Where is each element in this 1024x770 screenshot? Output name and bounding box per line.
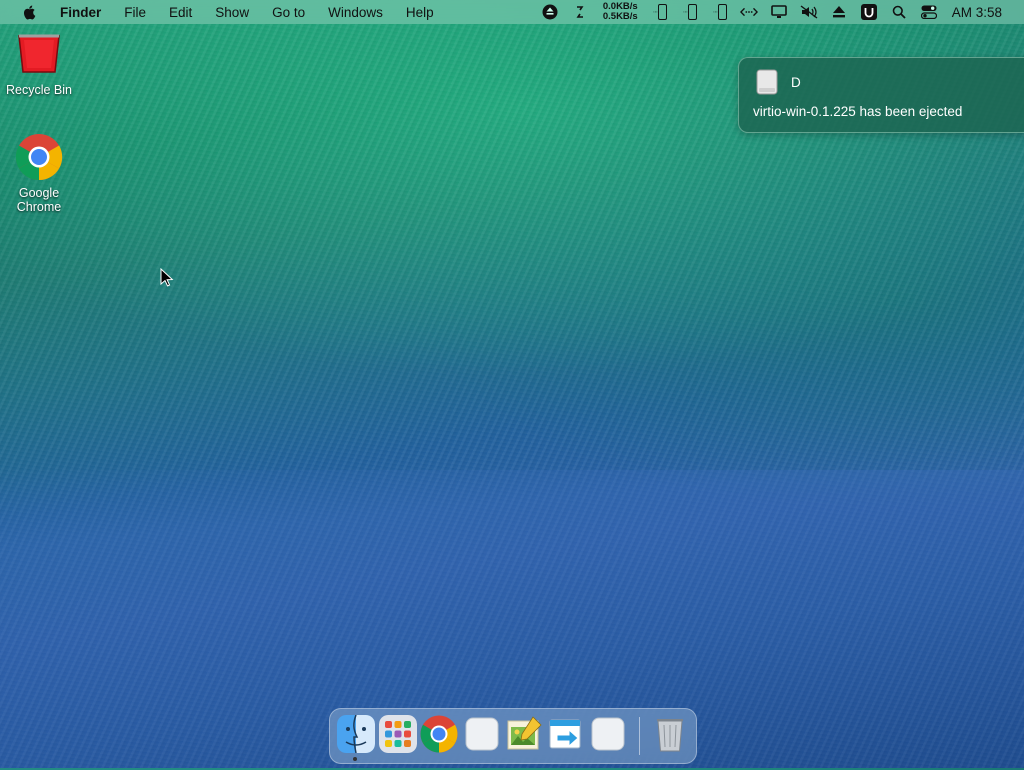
battery-icon[interactable]: ⁝ (712, 3, 728, 21)
desktop-icon-recycle-bin[interactable]: Recycle Bin (0, 30, 79, 97)
menu-edit[interactable]: Edit (169, 5, 192, 20)
eject-icon[interactable] (830, 4, 848, 20)
migration-app-icon[interactable] (547, 715, 585, 753)
control-center-icon[interactable] (920, 4, 938, 20)
desktop-icon-label: Google Chrome (16, 186, 62, 214)
trash-icon[interactable] (651, 715, 689, 753)
menu-bar: Finder File Edit Show Go to Windows Help… (0, 0, 1024, 24)
eject-icon[interactable] (541, 4, 559, 20)
menu-go-to[interactable]: Go to (272, 5, 305, 20)
battery-icon[interactable]: ⁝ (682, 3, 698, 21)
dock-separator (639, 717, 640, 755)
search-icon[interactable] (890, 4, 908, 20)
notification-body: virtio-win-0.1.225 has been ejected (753, 104, 963, 119)
mute-icon[interactable] (800, 4, 818, 20)
recycle-bin-icon (18, 34, 60, 73)
mouse-cursor-icon (160, 268, 174, 287)
menu-file[interactable]: File (124, 5, 146, 20)
menu-app-finder[interactable]: Finder (60, 5, 101, 20)
drive-icon (756, 69, 778, 95)
u-app-icon[interactable] (860, 4, 878, 20)
apple-icon[interactable] (22, 4, 38, 20)
refresh-icon[interactable] (571, 4, 589, 20)
network-speed: 0.0KB/s 0.5KB/s (603, 2, 638, 22)
image-app-icon[interactable] (505, 715, 543, 753)
menu-show[interactable]: Show (215, 5, 249, 20)
chrome-icon (15, 134, 63, 181)
menu-help[interactable]: Help (406, 5, 434, 20)
desktop-icon-google-chrome[interactable]: Google Chrome (0, 133, 79, 214)
running-indicator (353, 757, 357, 761)
blank-app-icon[interactable] (589, 715, 627, 753)
chrome-icon[interactable] (420, 715, 458, 753)
notification-title: D (791, 75, 801, 90)
status-area: 0.0KB/s 0.5KB/s ⁝ ⁝ ⁝ AM 3:58 (529, 0, 1024, 24)
clock[interactable]: AM 3:58 (952, 5, 1002, 20)
notification-banner[interactable]: D virtio-win-0.1.225 has been ejected (738, 57, 1024, 133)
display-icon[interactable] (770, 4, 788, 20)
network-icon[interactable] (739, 4, 758, 20)
launchpad-icon[interactable] (379, 715, 417, 753)
battery-icon[interactable]: ⁝ (652, 3, 668, 21)
wallpaper-texture (0, 24, 1024, 768)
dock (329, 708, 697, 764)
net-down-value: 0.5KB/s (602, 11, 638, 22)
finder-icon[interactable] (337, 715, 375, 753)
blank-app-icon[interactable] (463, 715, 501, 753)
desktop-icon-label: Recycle Bin (6, 83, 72, 97)
menu-windows[interactable]: Windows (328, 5, 383, 20)
